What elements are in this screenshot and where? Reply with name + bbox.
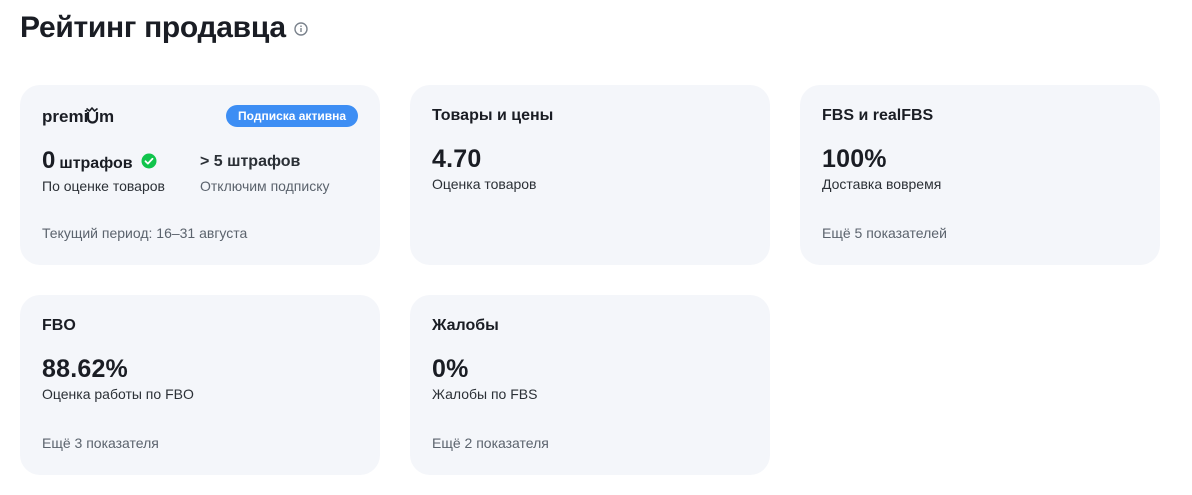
card-value-desc: Доставка вовремя (822, 176, 942, 192)
check-circle-icon (141, 153, 157, 169)
page-header: Рейтинг продавца (20, 8, 308, 48)
card-title: Жалобы (432, 317, 499, 334)
fines-unit: штрафов (59, 155, 133, 172)
card-value-desc: Жалобы по FBS (432, 386, 538, 402)
info-icon[interactable] (294, 22, 308, 36)
threshold-desc: Отключим подписку (200, 178, 330, 194)
card-title: FBO (42, 317, 76, 334)
svg-text:m: m (99, 107, 114, 126)
fines-count: 0 (42, 147, 56, 174)
premium-logo-icon: premi m (42, 107, 114, 126)
card-title: Товары и цены (432, 107, 554, 124)
fbo-card[interactable]: FBO 88.62% Оценка работы по FBO Ещё 3 по… (20, 295, 380, 475)
premium-logo: premi m (42, 105, 126, 127)
card-value-desc: Оценка работы по FBO (42, 386, 194, 402)
threshold-value: > 5 штрафов (200, 153, 301, 170)
fines-desc: По оценке товаров (42, 178, 165, 194)
goods-prices-card[interactable]: Товары и цены 4.70 Оценка товаров (410, 85, 770, 265)
current-period: Текущий период: 16–31 августа (42, 225, 248, 241)
card-title: FBS и realFBS (822, 107, 934, 124)
fines-stat: 0 штрафов По оценке товаров (42, 147, 200, 195)
card-value-desc: Оценка товаров (432, 176, 537, 192)
more-metrics-link[interactable]: Ещё 3 показателя (42, 435, 159, 451)
card-value: 4.70 (432, 145, 482, 173)
more-metrics-link[interactable]: Ещё 2 показателя (432, 435, 549, 451)
complaints-card[interactable]: Жалобы 0% Жалобы по FBS Ещё 2 показателя (410, 295, 770, 475)
more-metrics-link[interactable]: Ещё 5 показателей (822, 225, 947, 241)
card-value: 88.62% (42, 355, 128, 383)
svg-text:premi: premi (42, 107, 88, 126)
fbs-card[interactable]: FBS и realFBS 100% Доставка вовремя Ещё … (800, 85, 1160, 265)
subscription-status-badge: Подписка активна (226, 105, 358, 127)
premium-card[interactable]: premi m Подписка активна 0 штрафов По оц… (20, 85, 380, 265)
threshold-stat: > 5 штрафов Отключим подписку (200, 147, 358, 195)
card-value: 0% (432, 355, 469, 383)
card-value: 100% (822, 145, 887, 173)
page-title: Рейтинг продавца (20, 11, 286, 44)
